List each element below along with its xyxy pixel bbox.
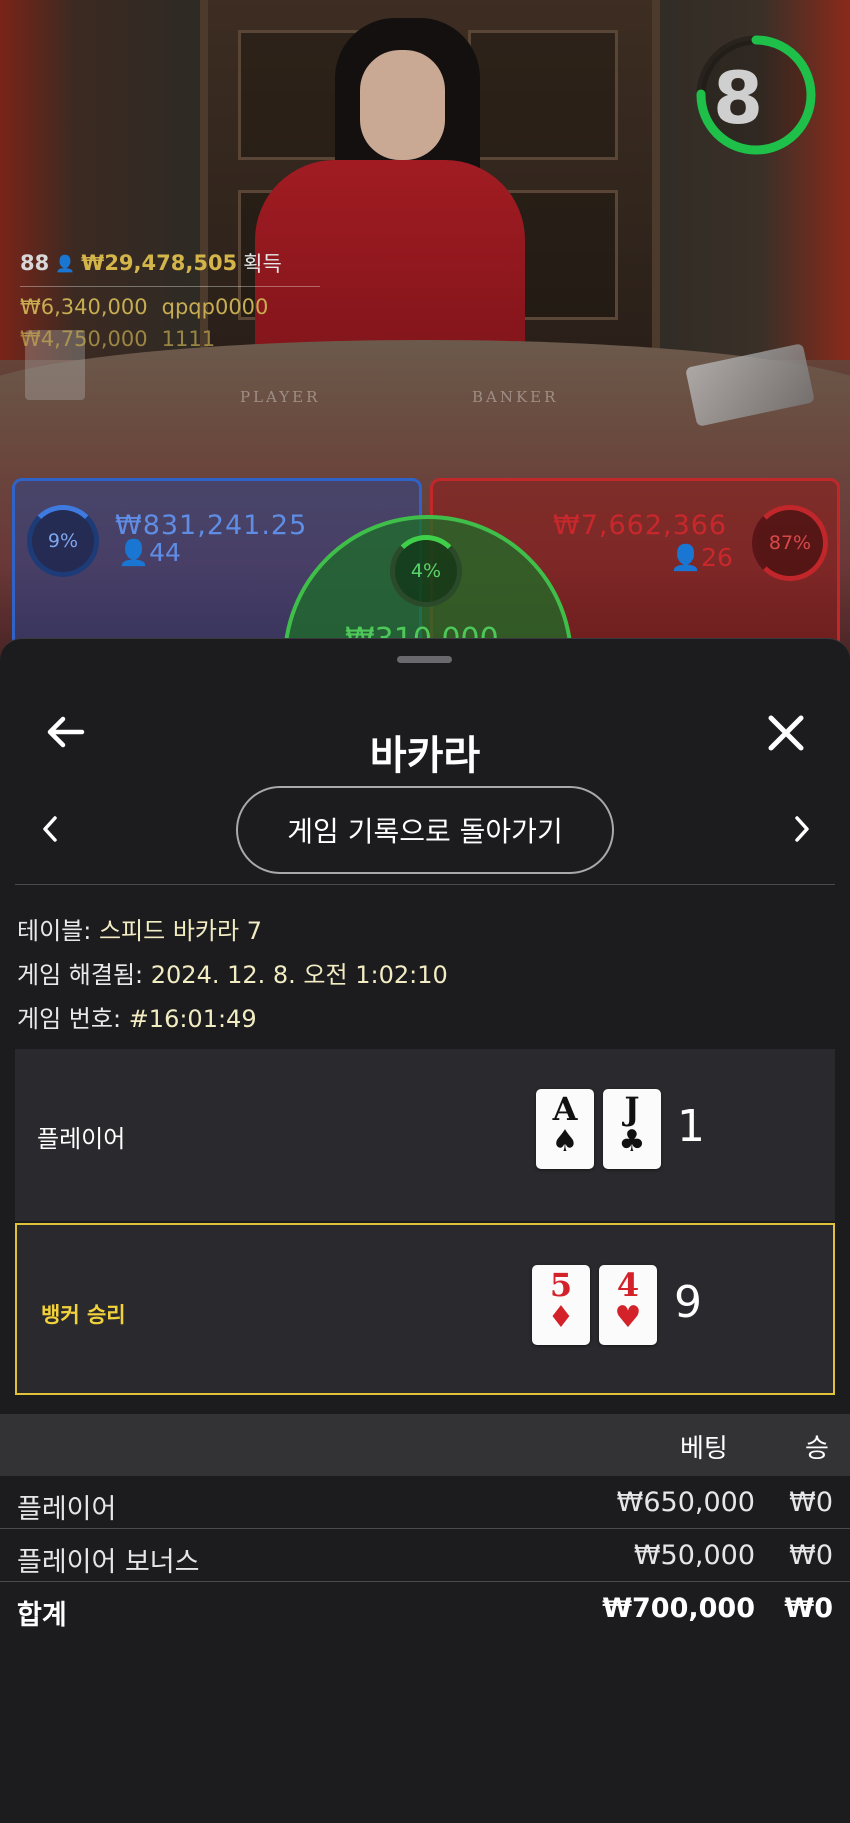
bet-amount: ₩650,000 (616, 1487, 755, 1518)
bet-name: 플레이어 (17, 1494, 117, 1525)
banker-score: 9 (674, 1277, 702, 1328)
close-button[interactable] (758, 705, 814, 761)
tie-percent-ring: 4% (390, 535, 462, 607)
total-win: ₩0 (784, 1593, 833, 1624)
table-row: 플레이어 보너스 ₩50,000 ₩0 (0, 1530, 850, 1582)
player-spot-count: 👤44 (118, 538, 181, 568)
player-spot-amount: ₩831,241.25 (115, 510, 308, 541)
playing-card: A ♠ (536, 1089, 594, 1169)
banker-percent-ring: 87% (752, 505, 828, 581)
info-resolved: 게임 해결됨: 2024. 12. 8. 오전 1:02:10 (17, 955, 448, 990)
chevron-left-icon (43, 815, 57, 842)
player-percent-ring: 9% (27, 505, 99, 577)
winners-overlay: 88 👤 ₩29,478,505 획득 ₩6,340,000 qpqp0000 … (20, 248, 330, 351)
info-round: 게임 번호: #16:01:49 (17, 999, 257, 1034)
winner-amount: ₩4,750,000 (20, 327, 148, 351)
bets-column-bet: 베팅 (680, 1434, 728, 1464)
info-resolved-label: 게임 해결됨: (17, 961, 144, 989)
player-result-panel: 플레이어 A ♠ J ♣ 1 (15, 1049, 835, 1221)
card-rank: A (552, 1090, 578, 1128)
bet-amount: ₩50,000 (633, 1540, 755, 1571)
user-icon: 👤 (55, 253, 76, 273)
diamond-icon: ♦ (547, 1300, 575, 1335)
round-navigation: 게임 기록으로 돌아가기 (0, 784, 850, 874)
bets-total-row: 합계 ₩700,000 ₩0 (0, 1583, 850, 1635)
info-resolved-value: 2024. 12. 8. 오전 1:02:10 (150, 961, 448, 989)
countdown-number: 8 (712, 56, 764, 140)
bets-table-header: 베팅 승 (0, 1414, 850, 1476)
info-table-value: 스피드 바카라 7 (98, 917, 262, 945)
live-video-stream: PLAYER BANKER 8 88 👤 ₩29,478,505 획득 ₩6,3… (0, 0, 850, 700)
game-history-sheet: 바카라 게임 기록으로 돌아가기 테이블: 스피드 바카라 7 게임 해결됨: … (0, 638, 850, 1823)
info-round-value: #16:01:49 (128, 1005, 257, 1033)
playing-card: 4 ♥ (599, 1265, 657, 1345)
playing-card: J ♣ (603, 1089, 661, 1169)
divider (15, 884, 835, 885)
player-result-label: 플레이어 (37, 1125, 126, 1153)
sheet-title: 바카라 (369, 733, 481, 779)
playing-card: 5 ♦ (532, 1265, 590, 1345)
close-icon (768, 715, 804, 751)
banker-spot-amount: ₩7,662,366 (553, 510, 728, 541)
info-table: 테이블: 스피드 바카라 7 (17, 911, 262, 946)
felt-banker-text: BANKER (472, 388, 559, 406)
sheet-header: 바카라 (0, 679, 850, 779)
next-round-button[interactable] (782, 806, 822, 851)
player-spot-count-value: 44 (149, 538, 181, 567)
previous-round-button[interactable] (30, 806, 70, 851)
user-icon: 👤 (118, 538, 150, 567)
total-label: 합계 (17, 1600, 67, 1631)
bet-name: 플레이어 보너스 (17, 1547, 200, 1578)
winners-total: ₩29,478,505 (81, 251, 238, 275)
card-rank: 5 (549, 1266, 573, 1304)
winner-entry: ₩6,340,000 qpqp0000 (20, 295, 330, 319)
winners-total-label: 획득 (243, 252, 282, 276)
info-table-label: 테이블: (17, 917, 92, 945)
winner-entry: ₩4,750,000 1111 (20, 327, 330, 351)
user-icon: 👤 (670, 543, 702, 572)
back-to-history-button[interactable]: 게임 기록으로 돌아가기 (236, 786, 614, 874)
spade-icon: ♠ (551, 1124, 579, 1159)
banker-spot-count-value: 26 (701, 543, 733, 572)
banker-result-label: 뱅커 승리 (41, 1303, 126, 1327)
winners-count: 88 (20, 251, 50, 275)
bet-win: ₩0 (789, 1487, 833, 1518)
table-row: 플레이어 ₩650,000 ₩0 (0, 1477, 850, 1529)
winner-user: 1111 (161, 327, 216, 351)
sheet-drag-handle[interactable] (397, 656, 452, 663)
card-rank: 4 (616, 1266, 640, 1304)
bets-column-win: 승 (805, 1434, 829, 1464)
winners-divider (20, 286, 320, 287)
banker-spot-count: 👤26 (670, 543, 733, 573)
player-score: 1 (677, 1101, 705, 1152)
felt-player-text: PLAYER (240, 388, 321, 406)
club-icon: ♣ (618, 1124, 646, 1159)
winner-user: qpqp0000 (161, 295, 269, 319)
bet-win: ₩0 (789, 1540, 833, 1571)
info-round-label: 게임 번호: (17, 1005, 122, 1033)
dealer-face (360, 50, 445, 160)
total-bet: ₩700,000 (602, 1593, 755, 1624)
winner-amount: ₩6,340,000 (20, 295, 148, 319)
heart-icon: ♥ (614, 1300, 642, 1335)
banker-result-panel: 뱅커 승리 5 ♦ 4 ♥ 9 (15, 1223, 835, 1395)
card-rank: J (624, 1090, 640, 1128)
chevron-right-icon (795, 815, 809, 842)
